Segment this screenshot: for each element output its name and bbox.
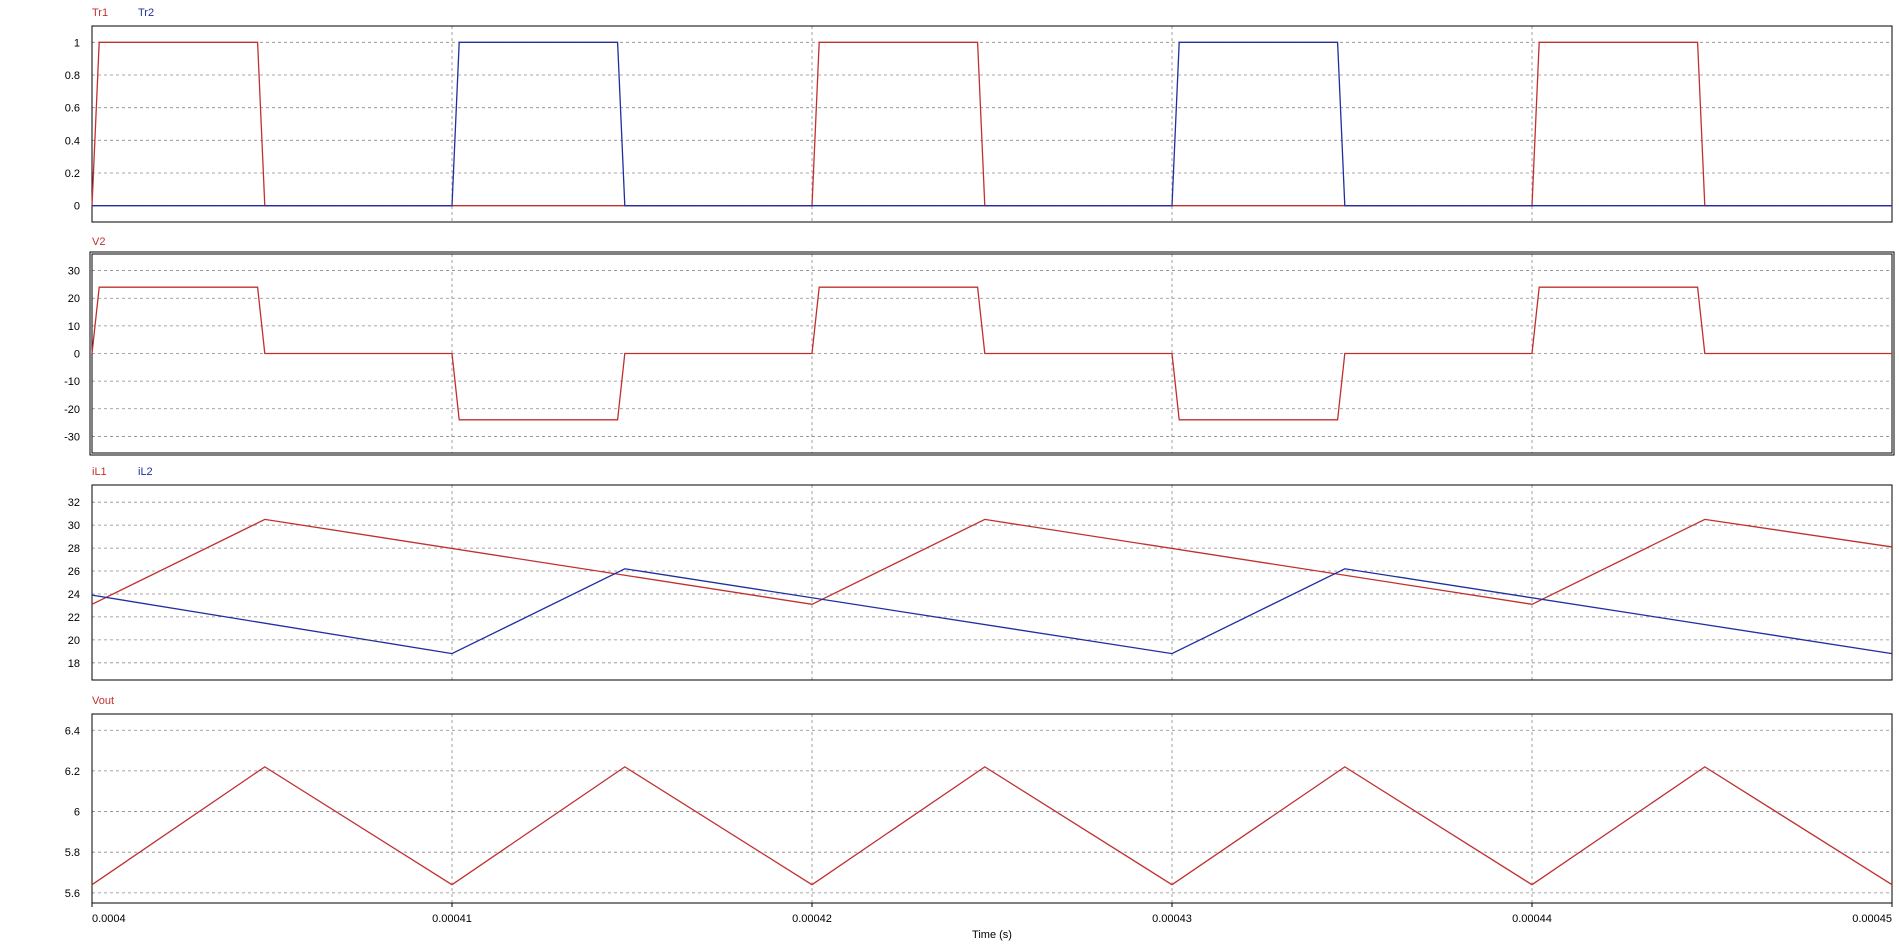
y-tick-label: 20 [68, 635, 80, 647]
series-line-Tr2 [92, 41, 1892, 207]
legend-label-Vout: Vout [92, 695, 114, 707]
series-line-iL1 [91, 518, 1893, 605]
y-tick-label: 6.4 [65, 725, 80, 737]
y-tick-label: 6 [74, 807, 80, 819]
y-tick-label: 30 [68, 266, 80, 278]
y-tick-label: 28 [68, 543, 80, 555]
y-tick-label: 22 [68, 612, 80, 624]
x-tick-label: 0.00044 [1512, 913, 1552, 925]
x-tick-label: 0.00041 [432, 913, 472, 925]
series-line-Vout [91, 766, 1893, 886]
y-tick-label: 32 [68, 497, 80, 509]
panel-1: 0 0.2 0.4 0.6 0.8 1 Tr1 Tr2 [65, 7, 1893, 223]
legend-label-iL2: iL2 [138, 466, 153, 478]
legend-label-iL1: iL1 [92, 466, 107, 478]
panel-4: 5.6 5.8 6 6.2 6.4 Vout 0.0004 0.00041 0.00042 0.0… [65, 695, 1893, 941]
legend-label-Tr2: Tr2 [138, 7, 154, 19]
y-tick-label: 5.8 [65, 847, 80, 859]
legend-label-Tr1: Tr1 [92, 7, 108, 19]
y-tick-label: -20 [64, 404, 80, 416]
plot-frame [91, 484, 1893, 681]
y-tick-label: 20 [68, 293, 80, 305]
waveform-figure: 0 0.2 0.4 0.6 0.8 1 Tr1 Tr2 -30 -20 -10 0 10 20 30 V2 18… [0, 0, 1899, 947]
y-tick-label: 1 [74, 37, 80, 49]
y-tick-label: 18 [68, 658, 80, 670]
x-tick-label: 0.00043 [1152, 913, 1192, 925]
y-tick-label: 0.6 [65, 103, 80, 115]
series-line-Tr1 [91, 41, 1892, 207]
panel-2: -30 -20 -10 0 10 20 30 V2 [64, 236, 1895, 456]
legend-label-V2: V2 [92, 236, 105, 248]
x-axis-title: Time (s) [972, 929, 1012, 941]
waveform-chart: 0 0.2 0.4 0.6 0.8 1 Tr1 Tr2 -30 -20 -10 0 10 20 30 V2 18… [64, 7, 1895, 941]
y-tick-label: 26 [68, 566, 80, 578]
y-tick-label: -30 [64, 431, 80, 443]
series-line-iL2 [91, 568, 1893, 655]
y-tick-label: 30 [68, 520, 80, 532]
y-tick-label: 6.2 [65, 766, 80, 778]
y-tick-label: 0.2 [65, 168, 80, 180]
y-tick-label: -10 [64, 376, 80, 388]
x-tick-label: 0.00042 [792, 913, 832, 925]
x-tick-label: 0.00045 [1852, 913, 1892, 925]
panel-3: 18 20 22 24 26 28 30 32 iL1 iL2 [68, 466, 1893, 681]
y-tick-label: 24 [68, 589, 80, 601]
x-tick-label: 0.0004 [92, 913, 126, 925]
plot-frame [91, 713, 1893, 904]
y-tick-label: 5.6 [65, 888, 80, 900]
y-tick-label: 0.4 [65, 135, 80, 147]
plot-frame [91, 25, 1893, 223]
y-tick-label: 0 [74, 349, 80, 361]
y-tick-label: 0 [74, 201, 80, 213]
y-tick-label: 0.8 [65, 70, 80, 82]
y-tick-label: 10 [68, 321, 80, 333]
